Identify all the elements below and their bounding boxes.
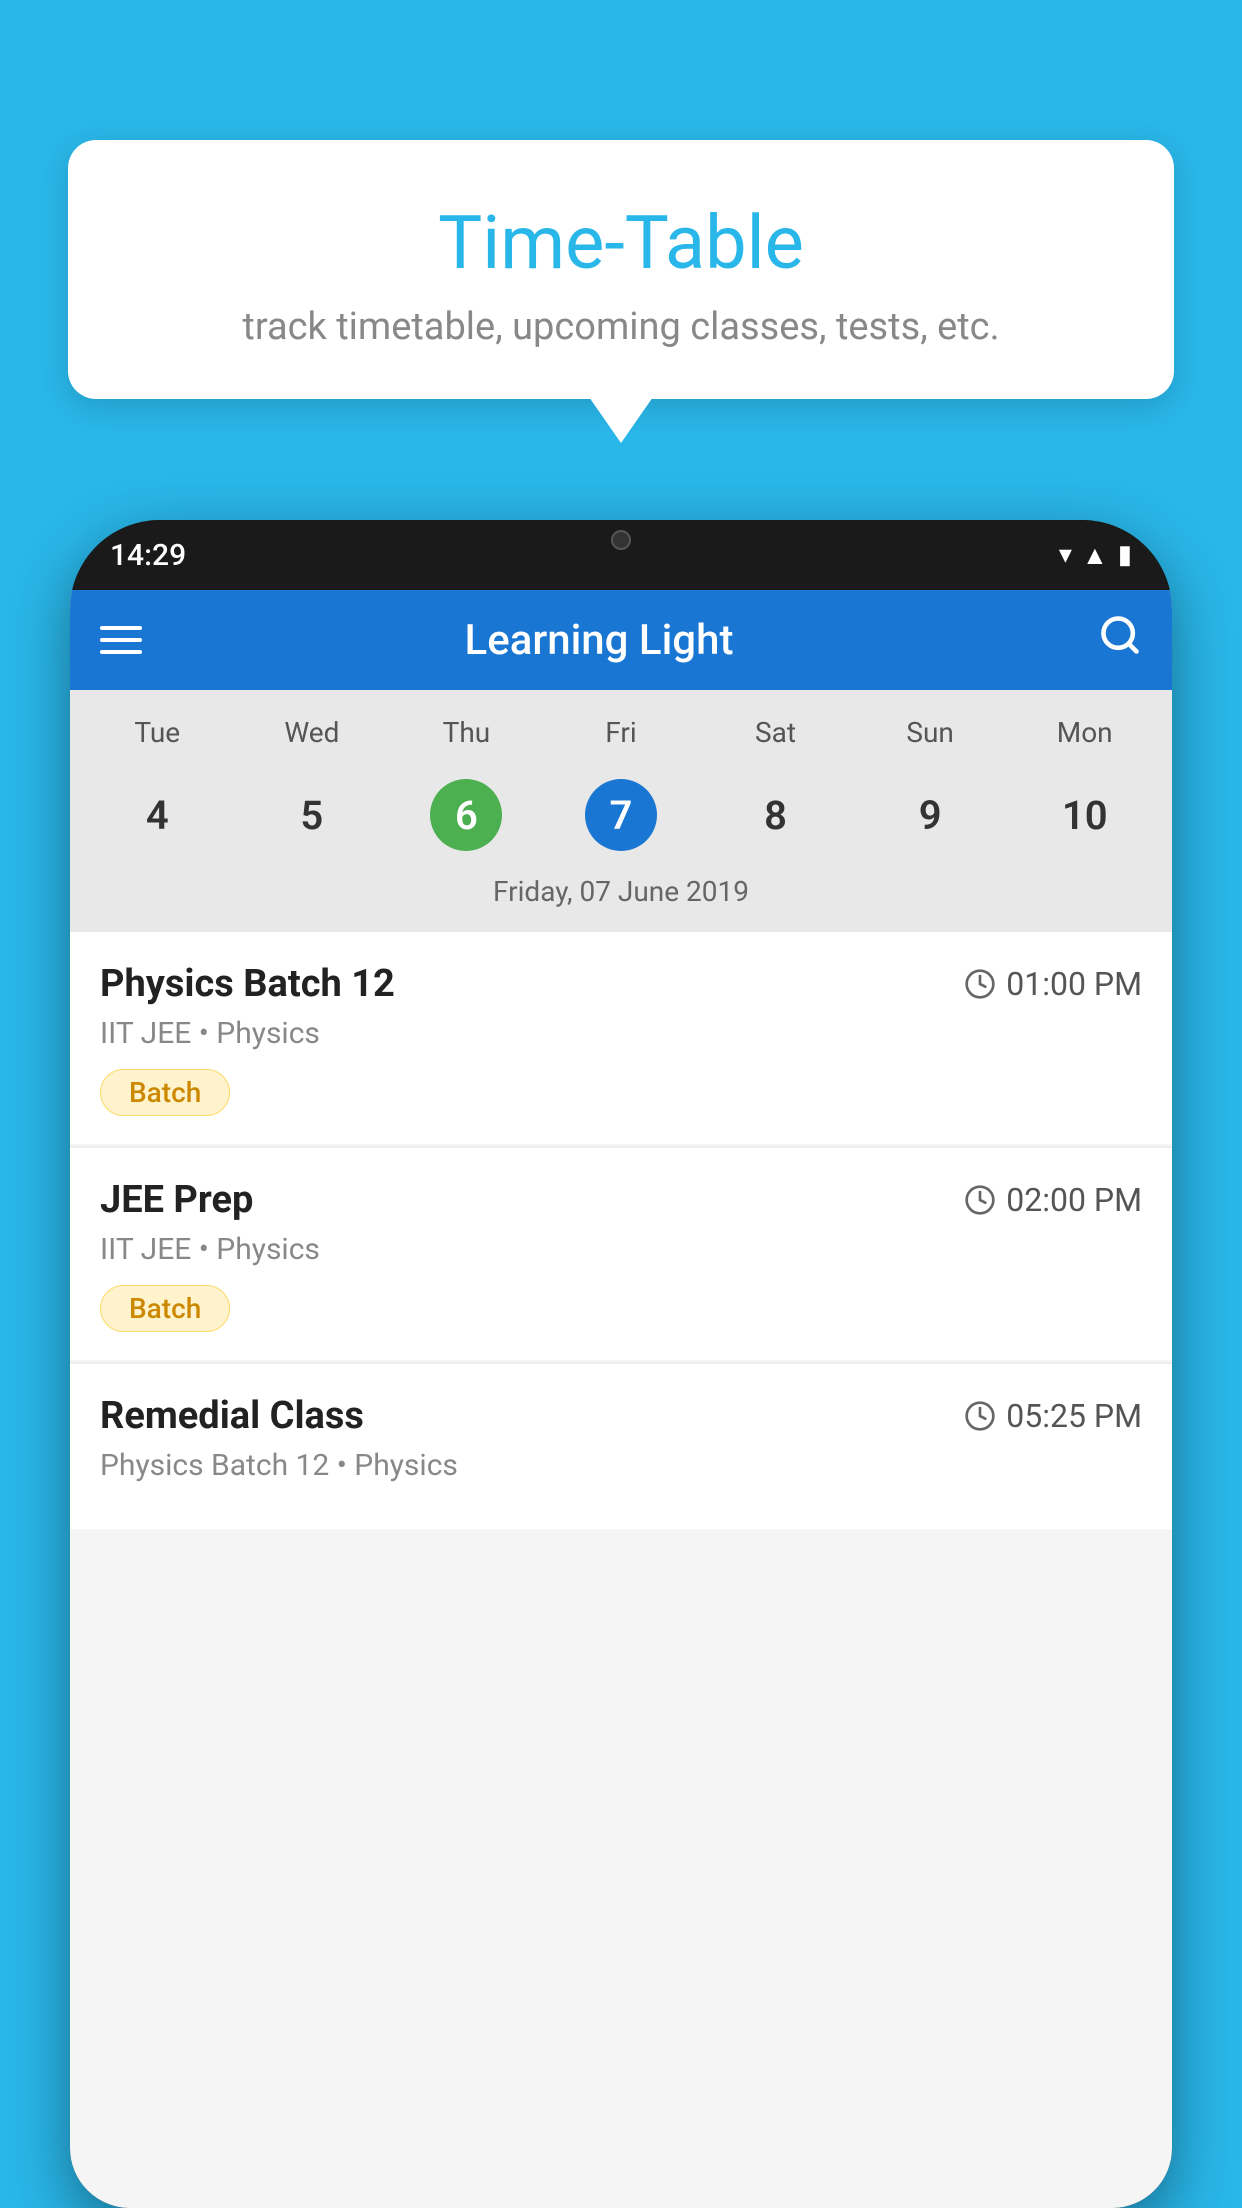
schedule-time-text: 02:00 PM bbox=[1006, 1181, 1142, 1219]
clock-icon bbox=[964, 1400, 996, 1432]
menu-line-1 bbox=[100, 626, 142, 630]
schedule-item-time: 02:00 PM bbox=[964, 1181, 1142, 1219]
status-icons: ▾ ▲ ▮ bbox=[1059, 540, 1132, 571]
schedule-item[interactable]: Physics Batch 12 01:00 PM IIT JEE • Physic… bbox=[70, 932, 1172, 1144]
day-header: Wed bbox=[235, 710, 390, 755]
schedule-item-time: 01:00 PM bbox=[964, 965, 1142, 1003]
day-header: Tue bbox=[80, 710, 235, 755]
day-number[interactable]: 5 bbox=[235, 765, 390, 865]
phone-screen: Learning Light TueWedThuFriSatSunMon 456… bbox=[70, 590, 1172, 2208]
phone-notch bbox=[561, 520, 681, 560]
calendar-strip: TueWedThuFriSatSunMon 45678910 Friday, 0… bbox=[70, 690, 1172, 932]
day-number[interactable]: 8 bbox=[698, 765, 853, 865]
schedule-item-subtitle: IIT JEE • Physics bbox=[100, 1016, 1142, 1051]
schedule-list: Physics Batch 12 01:00 PM IIT JEE • Physic… bbox=[70, 932, 1172, 1531]
schedule-item-title: JEE Prep bbox=[100, 1178, 253, 1222]
tooltip-subtitle: track timetable, upcoming classes, tests… bbox=[118, 305, 1124, 349]
phone-frame: 14:29 ▾ ▲ ▮ Learning Light bbox=[70, 520, 1172, 2208]
day-header: Thu bbox=[389, 710, 544, 755]
day-number[interactable]: 9 bbox=[853, 765, 1008, 865]
schedule-time-text: 01:00 PM bbox=[1006, 965, 1142, 1003]
phone-time: 14:29 bbox=[110, 538, 186, 573]
day-header: Fri bbox=[544, 710, 699, 755]
schedule-item-header: Remedial Class 05:25 PM bbox=[100, 1394, 1142, 1438]
schedule-item-subtitle: IIT JEE • Physics bbox=[100, 1232, 1142, 1267]
schedule-time-text: 05:25 PM bbox=[1006, 1397, 1142, 1435]
battery-icon: ▮ bbox=[1118, 540, 1132, 570]
schedule-item[interactable]: Remedial Class 05:25 PM Physics Batch 12 •… bbox=[70, 1364, 1172, 1529]
menu-line-2 bbox=[100, 638, 142, 642]
day-number[interactable]: 6 bbox=[389, 765, 544, 865]
phone-status-bar: 14:29 ▾ ▲ ▮ bbox=[70, 520, 1172, 590]
tooltip-card: Time-Table track timetable, upcoming cla… bbox=[68, 140, 1174, 399]
app-title: Learning Light bbox=[142, 616, 1056, 665]
menu-line-3 bbox=[100, 650, 142, 654]
day-header: Mon bbox=[1007, 710, 1162, 755]
app-header: Learning Light bbox=[70, 590, 1172, 690]
batch-badge: Batch bbox=[100, 1069, 230, 1116]
schedule-item-title: Physics Batch 12 bbox=[100, 962, 395, 1006]
schedule-item-header: JEE Prep 02:00 PM bbox=[100, 1178, 1142, 1222]
batch-badge: Batch bbox=[100, 1285, 230, 1332]
schedule-item[interactable]: JEE Prep 02:00 PM IIT JEE • Physics Batch bbox=[70, 1148, 1172, 1360]
schedule-item-title: Remedial Class bbox=[100, 1394, 364, 1438]
clock-icon bbox=[964, 1184, 996, 1216]
day-headers: TueWedThuFriSatSunMon bbox=[80, 710, 1162, 755]
schedule-item-subtitle: Physics Batch 12 • Physics bbox=[100, 1448, 1142, 1483]
day-number[interactable]: 4 bbox=[80, 765, 235, 865]
camera bbox=[611, 530, 631, 550]
menu-button[interactable] bbox=[100, 626, 142, 654]
day-number[interactable]: 7 bbox=[544, 765, 699, 865]
selected-date-label: Friday, 07 June 2019 bbox=[80, 865, 1162, 922]
schedule-item-header: Physics Batch 12 01:00 PM bbox=[100, 962, 1142, 1006]
day-numbers: 45678910 bbox=[80, 765, 1162, 865]
clock-icon bbox=[964, 968, 996, 1000]
search-button[interactable] bbox=[1098, 613, 1142, 668]
schedule-item-time: 05:25 PM bbox=[964, 1397, 1142, 1435]
signal-icon: ▲ bbox=[1082, 540, 1108, 571]
day-header: Sat bbox=[698, 710, 853, 755]
day-header: Sun bbox=[853, 710, 1008, 755]
tooltip-title: Time-Table bbox=[118, 200, 1124, 287]
day-number[interactable]: 10 bbox=[1007, 765, 1162, 865]
wifi-icon: ▾ bbox=[1059, 540, 1072, 570]
